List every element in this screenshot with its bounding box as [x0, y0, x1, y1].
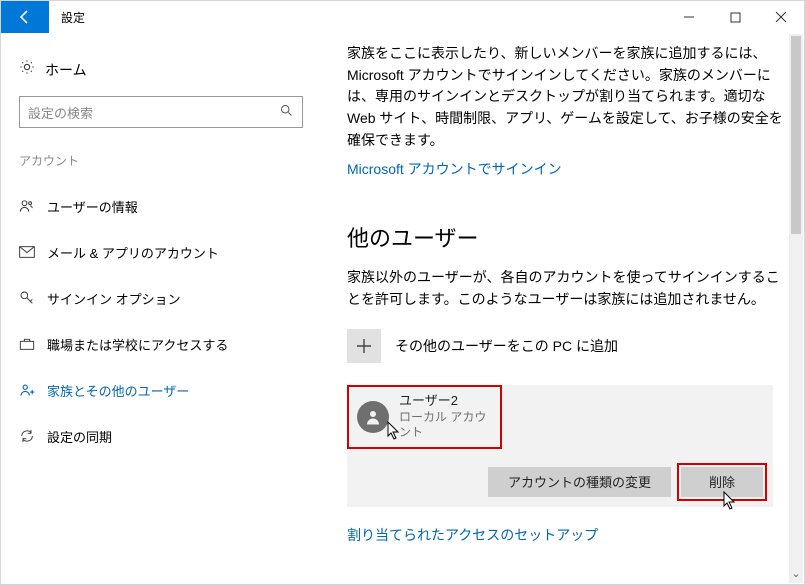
- add-other-user-row[interactable]: その他のユーザーをこの PC に追加: [347, 329, 786, 363]
- sidebar-item-label: 家族とその他のユーザー: [47, 381, 189, 400]
- mail-icon: [19, 246, 47, 258]
- sidebar-item-signin-options[interactable]: サインイン オプション: [19, 275, 303, 321]
- ms-account-signin-link[interactable]: Microsoft アカウントでサインイン: [347, 161, 562, 177]
- other-users-description: 家族以外のユーザーが、各自のアカウントを使ってサインインすることを許可します。こ…: [347, 267, 786, 310]
- home-label: ホーム: [45, 60, 87, 80]
- window-close-button[interactable]: [758, 1, 804, 33]
- sidebar-item-family-others[interactable]: 家族とその他のユーザー: [19, 367, 303, 413]
- scrollbar-thumb[interactable]: [791, 36, 801, 234]
- gear-icon: [19, 59, 45, 80]
- settings-search-input[interactable]: 設定の検索: [19, 96, 303, 128]
- sidebar-item-label: ユーザーの情報: [47, 197, 138, 216]
- plus-icon: [347, 329, 381, 363]
- assigned-access-link[interactable]: 割り当てられたアクセスのセットアップ: [347, 525, 598, 545]
- search-icon: [279, 103, 294, 122]
- sidebar-section-label: アカウント: [19, 152, 303, 169]
- avatar-icon: [357, 401, 389, 433]
- person-icon: [19, 199, 47, 213]
- sidebar-item-work-school[interactable]: 職場または学校にアクセスする: [19, 321, 303, 367]
- user-panel: ユーザー2 ローカル アカウント アカウントの種類の変更 削除: [347, 385, 773, 507]
- home-nav[interactable]: ホーム: [19, 55, 303, 96]
- sidebar-item-label: 設定の同期: [47, 427, 112, 446]
- window-minimize-button[interactable]: [666, 1, 712, 33]
- key-icon: [19, 290, 47, 306]
- user-name: ユーザー2: [399, 393, 492, 410]
- vertical-scrollbar[interactable]: ⌄: [789, 34, 803, 583]
- delete-user-button[interactable]: 削除: [681, 467, 763, 497]
- search-placeholder: 設定の検索: [28, 103, 279, 122]
- sidebar-item-your-info[interactable]: ユーザーの情報: [19, 183, 303, 229]
- sidebar-item-label: サインイン オプション: [47, 289, 181, 308]
- sidebar-item-label: 職場または学校にアクセスする: [47, 335, 228, 354]
- sidebar-item-sync-settings[interactable]: 設定の同期: [19, 413, 303, 459]
- scroll-down-icon[interactable]: ⌄: [789, 565, 803, 581]
- sidebar-item-email-accounts[interactable]: メール & アプリのアカウント: [19, 229, 303, 275]
- sidebar-item-label: メール & アプリのアカウント: [47, 243, 219, 262]
- user-account-type: ローカル アカウント: [399, 410, 492, 441]
- back-button[interactable]: [1, 1, 49, 33]
- sync-icon: [19, 428, 47, 444]
- other-users-heading: 他のユーザー: [347, 221, 786, 253]
- people-icon: [19, 383, 47, 397]
- window-title: 設定: [49, 1, 85, 33]
- briefcase-icon: [19, 337, 47, 351]
- user-account-row[interactable]: ユーザー2 ローカル アカウント: [347, 385, 502, 449]
- family-description: 家族をここに表示したり、新しいメンバーを家族に追加するには、Microsoft …: [347, 43, 786, 151]
- change-account-type-button[interactable]: アカウントの種類の変更: [488, 467, 671, 497]
- add-other-user-label: その他のユーザーをこの PC に追加: [395, 336, 618, 356]
- window-maximize-button[interactable]: [712, 1, 758, 33]
